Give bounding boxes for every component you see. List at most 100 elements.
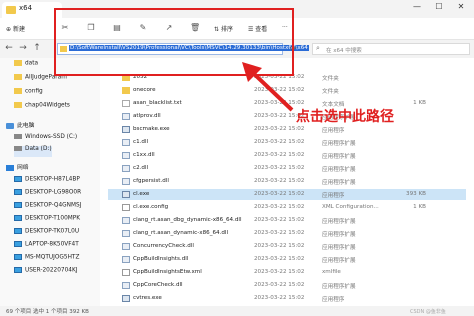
drive-icon xyxy=(14,146,22,151)
sidebar-item[interactable]: DESKTOP-TK07L0U xyxy=(14,228,79,239)
folder-icon xyxy=(14,74,22,80)
sidebar-item[interactable]: DESKTOP-T100MPK xyxy=(14,215,80,226)
file-row[interactable]: cvtres.exe 2023-03-22 15:02 应用程序 xyxy=(108,293,466,304)
up-icon[interactable]: ↑ xyxy=(32,43,42,53)
close-button[interactable]: ✕ xyxy=(450,2,472,11)
file-type: xmlfile xyxy=(322,269,341,275)
monitor-icon xyxy=(14,228,22,234)
file-date: 2023-03-22 15:02 xyxy=(254,204,305,210)
exe-file-icon xyxy=(122,295,130,302)
sidebar-item[interactable]: USER-20220704KJ xyxy=(14,267,78,278)
dll-file-icon xyxy=(122,165,130,172)
file-name: ConcurrencyCheck.dll xyxy=(133,243,194,249)
file-name: cfgpersist.dll xyxy=(133,178,169,184)
monitor-icon xyxy=(14,189,22,195)
dll-file-icon xyxy=(122,113,130,120)
file-row[interactable]: CppCoreCheck.dll 2023-03-22 15:02 应用程序扩展 xyxy=(108,280,466,291)
sidebar-item-label: DESKTOP-LG98O0R xyxy=(25,189,82,196)
file-row[interactable]: c1xx.dll 2023-03-22 15:02 应用程序扩展 xyxy=(108,150,466,161)
new-label: 新建 xyxy=(12,26,25,33)
dll-file-icon xyxy=(122,282,130,289)
dll-file-icon xyxy=(122,139,130,146)
sidebar-item[interactable]: Data (D:) xyxy=(14,146,52,157)
tab-label: x64 xyxy=(19,4,33,12)
monitor-icon xyxy=(14,267,22,273)
sidebar-item[interactable]: LAPTOP-8K50VF4T xyxy=(14,241,79,252)
file-row[interactable]: c1.dll 2023-03-22 15:02 应用程序扩展 xyxy=(108,137,466,148)
search-box[interactable]: ⌕ 在 x64 中搜索 xyxy=(312,43,470,55)
file-row[interactable]: CppBuildInsights.dll 2023-03-22 15:02 应用程序… xyxy=(108,254,466,265)
monitor-icon xyxy=(14,241,22,247)
file-row[interactable]: CppBuildInsightsEtw.xml 2023-03-22 15:02 x… xyxy=(108,267,466,278)
file-type: 文件夹 xyxy=(322,89,339,95)
sidebar-item-label: 网络 xyxy=(17,165,29,171)
dll-file-icon xyxy=(122,256,130,263)
file-name: asan_blacklist.txt xyxy=(133,100,182,106)
folder-icon xyxy=(122,87,130,94)
folder-icon xyxy=(14,102,22,108)
text-file-icon xyxy=(122,100,130,107)
sidebar-item[interactable]: chap04Widgets xyxy=(14,102,70,113)
drive-icon xyxy=(14,134,22,139)
file-name: CppCoreCheck.dll xyxy=(133,282,183,288)
new-button[interactable]: ⊕ 新建 xyxy=(6,24,25,33)
sidebar-item[interactable]: 此电脑 xyxy=(6,120,34,131)
exe-file-icon xyxy=(122,126,130,133)
sidebar-item[interactable]: DESKTOP-Q4GNMSJ xyxy=(14,202,81,213)
sidebar-item[interactable]: 网络 xyxy=(6,162,29,173)
search-placeholder: 在 x64 中搜索 xyxy=(326,48,362,54)
sidebar-item-label: DESKTOP-T100MPK xyxy=(25,215,81,222)
file-date: 2023-03-22 15:02 xyxy=(254,282,305,288)
file-date: 2023-03-22 15:02 xyxy=(254,295,305,301)
folder-icon xyxy=(14,88,22,94)
sidebar-item-label: USER-20220704KJ xyxy=(25,267,78,274)
dll-file-icon xyxy=(122,217,130,224)
sidebar-item[interactable]: data xyxy=(14,60,38,71)
file-row[interactable]: clang_rt.asan_dynamic-x86_64.dll 2023-03-… xyxy=(108,228,466,239)
file-name: atlprov.dll xyxy=(133,113,161,119)
sidebar-item-label: MS-MQTUJOG5HTZ xyxy=(25,254,80,261)
forward-icon[interactable]: → xyxy=(18,43,28,53)
file-type: 应用程序 xyxy=(322,193,345,199)
tab-x64[interactable]: x64 xyxy=(2,2,62,18)
annotation-text: 点击选中此路径 xyxy=(296,109,394,125)
navigation-pane: data AllJudgeParam config chap04Widgets 此电脑 W… xyxy=(0,58,100,306)
network-icon xyxy=(6,164,14,171)
back-icon[interactable]: ← xyxy=(4,43,14,53)
file-row[interactable]: ConcurrencyCheck.dll 2023-03-22 15:02 应用程序… xyxy=(108,241,466,252)
file-name: cvtres.exe xyxy=(133,295,162,301)
file-row[interactable]: bscmake.exe 2023-03-22 15:02 应用程序 xyxy=(108,124,466,135)
sidebar-item-label: Windows-SSD (C:) xyxy=(25,134,78,140)
sidebar-item-label: chap04Widgets xyxy=(25,102,70,109)
file-date: 2023-03-22 15:02 xyxy=(254,178,305,184)
sidebar-item[interactable]: DESKTOP-H87L4BP xyxy=(14,176,80,187)
maximize-button[interactable]: ☐ xyxy=(428,2,450,11)
sidebar-item[interactable]: Windows-SSD (C:) xyxy=(14,134,77,145)
sidebar-item-label: 此电脑 xyxy=(17,123,35,129)
file-type: XML Configuration... xyxy=(322,204,379,210)
file-row[interactable]: cl.exe 2023-03-22 15:02 应用程序 393 KB xyxy=(108,189,466,200)
monitor-icon xyxy=(14,215,22,221)
sidebar-item[interactable]: DESKTOP-LG98O0R xyxy=(14,189,81,200)
file-explorer-window: x64 — ☐ ✕ ⊕ 新建 ✂ ❐ ▤ ✎ ↗ 🗑 ⇅ 排序 ☰ 查看 ···… xyxy=(0,0,474,316)
sidebar-item[interactable]: config xyxy=(14,88,43,99)
file-date: 2023-03-22 15:02 xyxy=(254,165,305,171)
file-type: 应用程序扩展 xyxy=(322,154,356,160)
file-type: 文件夹 xyxy=(322,76,339,82)
sidebar-item[interactable]: MS-MQTUJOG5HTZ xyxy=(14,254,79,265)
xml-file-icon xyxy=(122,269,130,276)
minimize-button[interactable]: — xyxy=(406,2,428,11)
file-row[interactable]: cfgpersist.dll 2023-03-22 15:02 应用程序扩展 xyxy=(108,176,466,187)
file-name: CppBuildInsights.dll xyxy=(133,256,189,262)
sidebar-item-label: LAPTOP-8K50VF4T xyxy=(25,241,79,248)
file-size: 1 KB xyxy=(413,204,426,210)
file-row[interactable]: cl.exe.config 2023-03-22 15:02 XML Configu… xyxy=(108,202,466,213)
folder-icon xyxy=(14,60,22,66)
file-size: 393 KB xyxy=(406,191,426,197)
file-row[interactable]: clang_rt.asan_dbg_dynamic-x86_64.dll 2023… xyxy=(108,215,466,226)
file-type: 应用程序扩展 xyxy=(322,258,356,264)
file-type: 应用程序扩展 xyxy=(322,141,356,147)
file-date: 2023-03-22 15:02 xyxy=(254,269,305,275)
file-row[interactable]: c2.dll 2023-03-22 15:02 应用程序扩展 xyxy=(108,163,466,174)
file-type: 应用程序扩展 xyxy=(322,245,356,251)
